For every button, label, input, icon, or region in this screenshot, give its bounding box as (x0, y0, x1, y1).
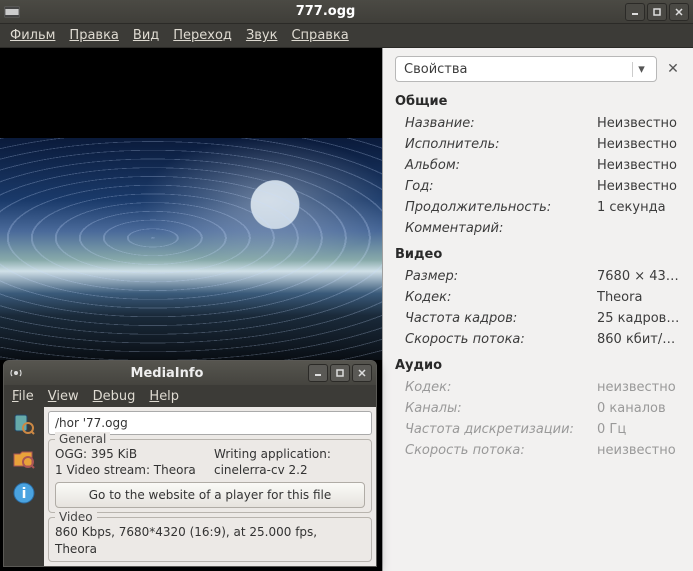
mediainfo-general-title: General (55, 432, 110, 446)
prop-row-codec: Кодек:Theora (395, 287, 681, 308)
close-button[interactable] (669, 3, 689, 21)
prop-row-comment: Комментарий: (395, 218, 681, 239)
menu-help[interactable]: Справка (291, 28, 348, 43)
prop-row-bitrate: Скорость потока:860 кбит/… (395, 329, 681, 350)
mediainfo-close-button[interactable] (352, 364, 372, 382)
file-search-icon[interactable] (10, 411, 38, 439)
menu-view[interactable]: Вид (133, 28, 159, 43)
prop-row-audio-bitrate: Скорость потока:неизвестно (395, 440, 681, 461)
menu-sound[interactable]: Звук (246, 28, 278, 43)
main-menu-bar: Фильм Правка Вид Переход Звук Справка (0, 24, 693, 48)
properties-combo-label: Свойства (404, 62, 632, 77)
properties-combo[interactable]: Свойства ▾ (395, 56, 657, 82)
mi-video-line1: 860 Kbps, 7680*4320 (16:9), at 25.000 fp… (55, 524, 365, 540)
player-website-button[interactable]: Go to the website of a player for this f… (55, 482, 365, 508)
section-audio-title: Аудио (395, 358, 681, 373)
video-letterbox-top (0, 48, 382, 138)
prop-row-duration: Продолжительность:1 секунда (395, 197, 681, 218)
mediainfo-title: MediaInfo (28, 366, 306, 381)
prop-row-framerate: Частота кадров:25 кадров… (395, 308, 681, 329)
mediainfo-general-group: General OGG: 395 KiB 1 Video stream: The… (48, 439, 372, 513)
app-icon (4, 4, 20, 20)
folder-search-icon[interactable] (10, 445, 38, 473)
mediainfo-menu-bar: File View Debug Help (4, 385, 376, 407)
prop-row-audio-codec: Кодек:неизвестно (395, 377, 681, 398)
section-video-title: Видео (395, 247, 681, 262)
menu-go[interactable]: Переход (173, 28, 232, 43)
prop-row-channels: Каналы:0 каналов (395, 398, 681, 419)
mi-menu-view[interactable]: View (48, 389, 79, 404)
mi-general-right1: Writing application: (214, 446, 365, 462)
prop-row-dimensions: Размер:7680 × 4320 (395, 266, 681, 287)
mediainfo-video-title: Video (55, 510, 97, 524)
mediainfo-maximize-button[interactable] (330, 364, 350, 382)
mi-menu-help[interactable]: Help (149, 389, 179, 404)
window-title: 777.ogg (26, 4, 625, 19)
mi-general-right2: cinelerra-cv 2.2 (214, 462, 365, 478)
video-frame (0, 138, 382, 360)
info-icon[interactable]: i (10, 479, 38, 507)
mediainfo-video-group: Video 860 Kbps, 7680*4320 (16:9), at 25.… (48, 517, 372, 561)
properties-panel: Свойства ▾ ✕ Общие Название:Неизвестно И… (382, 48, 693, 571)
minimize-button[interactable] (625, 3, 645, 21)
properties-close-button[interactable]: ✕ (665, 61, 681, 77)
menu-edit[interactable]: Правка (69, 28, 118, 43)
section-general-title: Общие (395, 94, 681, 109)
mediainfo-main: /hor '77.ogg General OGG: 395 KiB 1 Vide… (44, 407, 376, 566)
mediainfo-titlebar[interactable]: MediaInfo (4, 361, 376, 385)
prop-row-title: Название:Неизвестно (395, 113, 681, 134)
mediainfo-window: MediaInfo File View Debug Help i /hor '7… (3, 360, 377, 567)
mi-video-line2: Theora (55, 541, 365, 557)
mediainfo-sidebar: i (4, 407, 44, 566)
mi-menu-debug[interactable]: Debug (93, 389, 136, 404)
prop-row-artist: Исполнитель:Неизвестно (395, 134, 681, 155)
mi-general-left1: OGG: 395 KiB (55, 446, 206, 462)
menu-film[interactable]: Фильм (10, 28, 55, 43)
svg-text:i: i (22, 486, 27, 502)
mi-menu-file[interactable]: File (12, 389, 34, 404)
mediainfo-minimize-button[interactable] (308, 364, 328, 382)
prop-row-year: Год:Неизвестно (395, 176, 681, 197)
broadcast-icon (8, 365, 24, 381)
maximize-button[interactable] (647, 3, 667, 21)
chevron-down-icon: ▾ (632, 62, 650, 77)
prop-row-samplerate: Частота дискретизации:0 Гц (395, 419, 681, 440)
prop-row-album: Альбом:Неизвестно (395, 155, 681, 176)
mi-general-left2: 1 Video stream: Theora (55, 462, 206, 478)
main-window-titlebar: 777.ogg (0, 0, 693, 24)
